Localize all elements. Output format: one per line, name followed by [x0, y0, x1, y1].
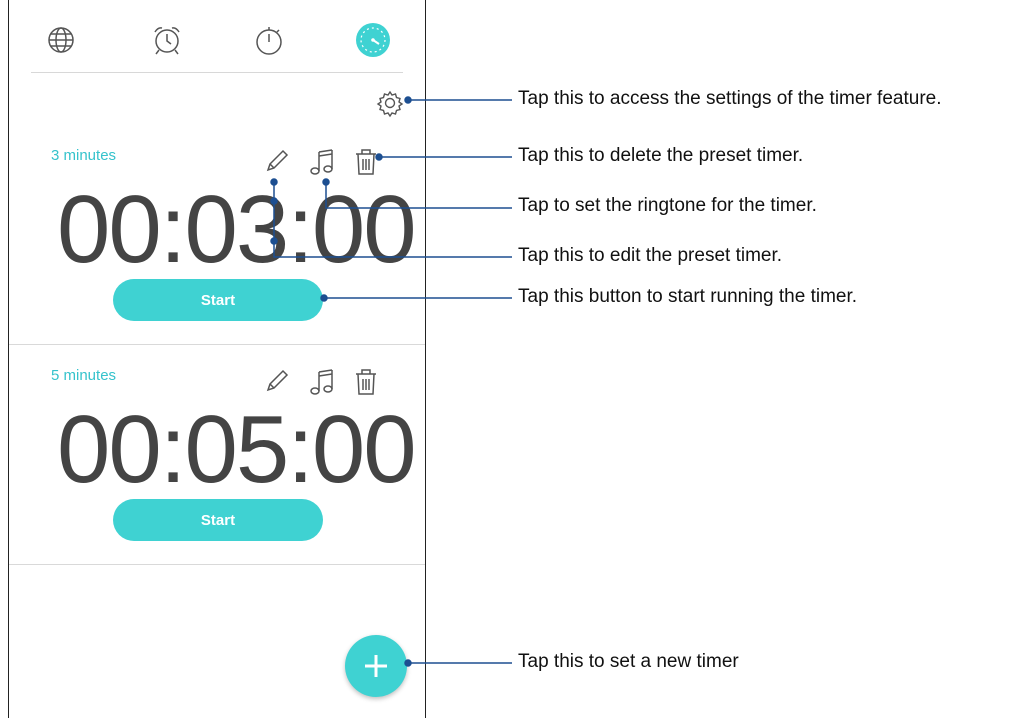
timer-display: 00:03:00 — [57, 176, 417, 283]
tab-stopwatch[interactable] — [249, 22, 289, 58]
settings-button[interactable] — [375, 88, 405, 118]
pencil-icon — [266, 149, 289, 172]
tab-bar — [9, 0, 425, 75]
delete-button[interactable] — [353, 147, 383, 177]
edit-button[interactable] — [263, 367, 293, 397]
ringtone-button[interactable] — [307, 147, 337, 177]
trash-icon — [356, 369, 376, 395]
start-button[interactable]: Start — [113, 279, 323, 321]
timer-card: 3 minutes 00:03:00 Start — [9, 125, 425, 343]
card-separator — [9, 564, 425, 565]
callout-settings: Tap this to access the settings of the t… — [518, 88, 942, 109]
timer-card: 5 minutes 00:05:00 Start — [9, 345, 425, 563]
plus-icon — [365, 655, 387, 677]
edit-button[interactable] — [263, 147, 293, 177]
timer-name: 3 minutes — [51, 147, 117, 164]
stopwatch-icon — [256, 27, 282, 55]
add-timer-button[interactable] — [345, 635, 407, 697]
tab-divider — [31, 72, 403, 73]
alarm-clock-icon — [154, 27, 180, 55]
phone-screen: 3 minutes 00:03:00 Start 5 minutes 00:05… — [8, 0, 426, 718]
trash-icon — [356, 149, 376, 175]
callout-ringtone: Tap to set the ringtone for the timer. — [518, 195, 817, 216]
tab-alarm[interactable] — [147, 22, 187, 58]
timer-icon — [356, 23, 390, 57]
music-note-icon — [310, 369, 333, 395]
timer-display: 00:05:00 — [57, 396, 417, 503]
callout-delete: Tap this to delete the preset timer. — [518, 145, 804, 166]
callout-edit: Tap this to edit the preset timer. — [518, 245, 783, 266]
globe-icon — [48, 27, 74, 53]
gear-icon — [376, 90, 404, 118]
callout-start: Tap this button to start running the tim… — [518, 286, 858, 307]
timer-name: 5 minutes — [51, 367, 117, 384]
delete-button[interactable] — [353, 367, 383, 397]
ringtone-button[interactable] — [307, 367, 337, 397]
music-note-icon — [310, 149, 333, 175]
tab-timer[interactable] — [353, 22, 393, 58]
start-button[interactable]: Start — [113, 499, 323, 541]
pencil-icon — [266, 369, 289, 392]
callout-new-timer: Tap this to set a new timer — [518, 651, 739, 672]
tab-world-clock[interactable] — [41, 22, 81, 58]
